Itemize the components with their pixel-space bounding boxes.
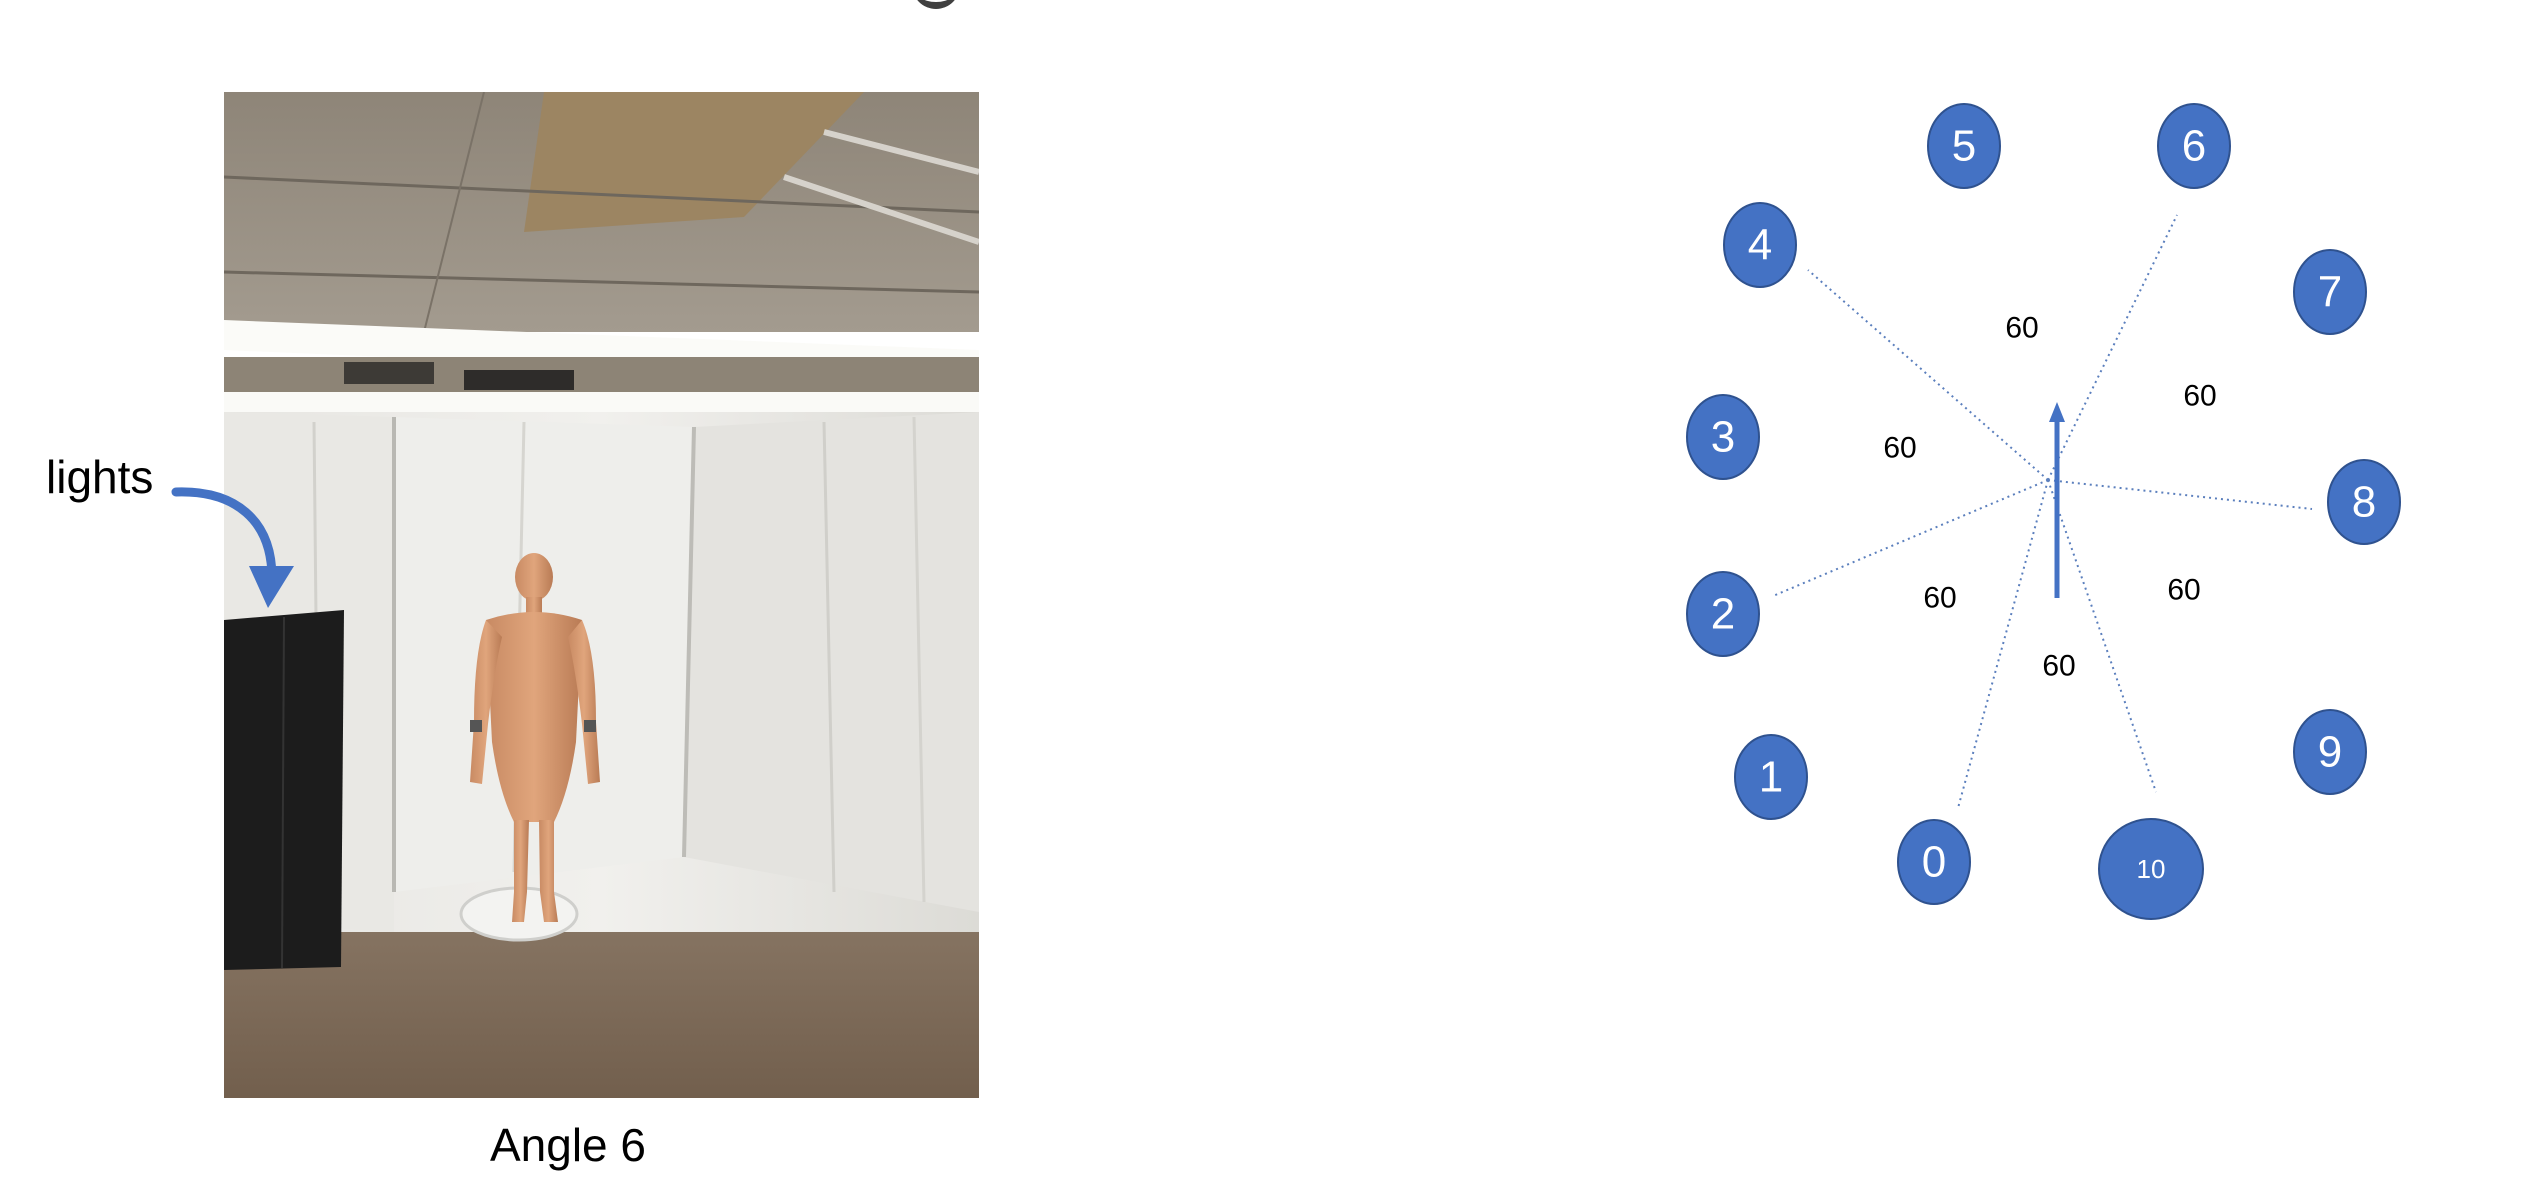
camera-position-3: 3 <box>1686 394 1760 480</box>
sector-divider-line <box>1957 479 2049 809</box>
sector-divider-line <box>1807 269 2049 481</box>
camera-position-number: 3 <box>1711 413 1735 462</box>
sector-angle-label: 60 <box>2005 312 2038 345</box>
sector-divider-line <box>1772 479 2049 597</box>
camera-position-7: 7 <box>2293 249 2367 335</box>
camera-position-10: 10 <box>2098 818 2204 920</box>
camera-position-number: 4 <box>1748 221 1772 270</box>
camera-position-number: 5 <box>1952 122 1976 171</box>
camera-position-6: 6 <box>2157 103 2231 189</box>
camera-position-1: 1 <box>1734 734 1808 820</box>
camera-position-nodes: 0 1 2 3 4 5 6 7 8 9 10 <box>1686 103 2401 920</box>
camera-position-9: 9 <box>2293 709 2367 795</box>
sector-angle-label: 60 <box>2167 574 2200 607</box>
sector-angle-labels: 60 60 60 60 60 60 <box>1883 312 2216 683</box>
camera-position-number: 6 <box>2182 122 2206 171</box>
camera-position-number: 0 <box>1922 838 1946 887</box>
camera-position-number: 9 <box>2318 728 2342 777</box>
camera-position-5: 5 <box>1927 103 2001 189</box>
camera-position-8: 8 <box>2327 459 2401 545</box>
sector-dividers <box>1772 214 2313 809</box>
sector-angle-label: 60 <box>2183 380 2216 413</box>
sector-angle-label: 60 <box>2042 650 2075 683</box>
camera-position-4: 4 <box>1723 202 1797 288</box>
camera-position-number: 7 <box>2318 268 2342 317</box>
sector-divider-line <box>2047 479 2157 793</box>
camera-position-number: 2 <box>1711 590 1735 639</box>
camera-position-number: 8 <box>2352 478 2376 527</box>
camera-position-2: 2 <box>1686 571 1760 657</box>
camera-angle-diagram: 60 60 60 60 60 60 0 1 2 3 4 5 6 7 8 9 10 <box>1686 103 2401 920</box>
sector-divider-line <box>2047 479 2313 510</box>
facing-direction-arrow <box>2049 402 2065 598</box>
camera-position-0: 0 <box>1897 819 1971 905</box>
camera-position-number: 10 <box>2137 854 2166 884</box>
sector-divider-line <box>2047 214 2178 481</box>
sector-angle-label: 60 <box>1883 432 1916 465</box>
sector-angle-label: 60 <box>1923 582 1956 615</box>
camera-position-number: 1 <box>1759 753 1783 802</box>
